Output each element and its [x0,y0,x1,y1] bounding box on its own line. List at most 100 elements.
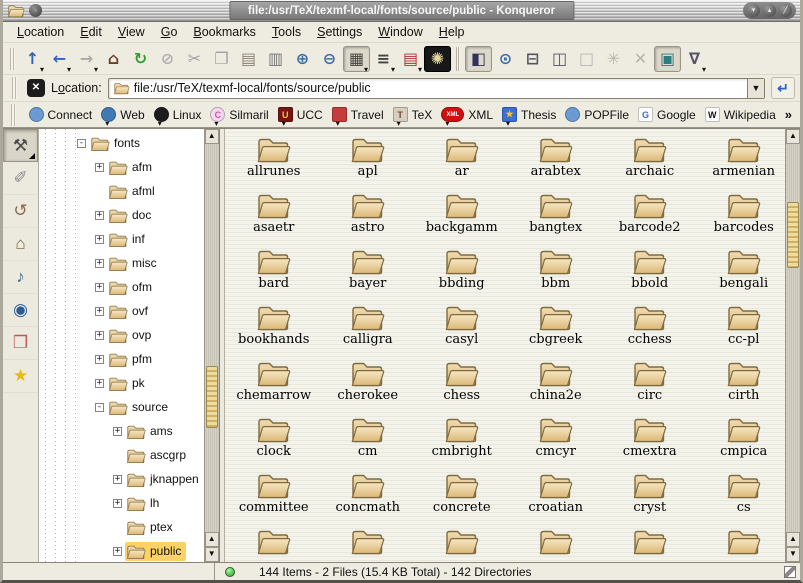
location-combobox[interactable]: file:/usr/TeX/texmf-local/fonts/source/p… [108,78,765,99]
tree-item-lh[interactable]: + lh [39,491,204,515]
split-view-top-bottom-button[interactable]: ⊟ ▾ [519,46,546,72]
folder-item[interactable]: chess [415,357,509,413]
bricks-view-button[interactable]: ▤ ▾ [397,46,424,72]
scroll-down-button[interactable]: ▼ [205,547,219,562]
tree-item-ams[interactable]: + ams [39,419,204,443]
icon-view-button[interactable]: ▦ ▾ [343,46,370,72]
home-directory-button[interactable]: ⌂ [3,228,38,261]
folder-item[interactable]: apl [321,133,415,189]
expander-toggle[interactable]: + [95,235,104,244]
expander-toggle[interactable]: + [95,283,104,292]
bookmark-linux[interactable]: Linux ▾ [154,107,202,122]
folder-item[interactable]: china2e [509,357,603,413]
tree-item-fonts[interactable]: - fonts [39,131,204,155]
network-button[interactable]: ◉ [3,294,38,327]
folder-item[interactable]: clock [227,413,321,469]
filter-button[interactable]: ∇ ▾ [681,46,708,72]
tree-scrollbar[interactable]: ▲ ▲ ▼ [204,129,219,562]
bookmark-ucc[interactable]: U UCC ▾ [278,107,323,122]
new-tab-button[interactable]: ✳ ▾ [600,46,627,72]
menu-item[interactable]: Help [431,23,473,41]
folder-item[interactable]: ar [415,133,509,189]
folder-item[interactable] [697,525,785,562]
scrollbar-track[interactable] [786,144,800,532]
folder-item[interactable]: barcodes [697,189,785,245]
folder-item[interactable]: bard [227,245,321,301]
folder-item[interactable]: cherokee [321,357,415,413]
toolbar-grip[interactable] [11,104,16,126]
scroll-up-button[interactable]: ▲ [786,532,800,547]
tree-item-source[interactable]: - source [39,395,204,419]
stop-button[interactable]: ⊘ ▾ [154,46,181,72]
tree-item-ofm[interactable]: + ofm [39,275,204,299]
expander-toggle[interactable]: + [95,379,104,388]
scrollbar-thumb[interactable] [206,366,218,428]
bookmark-travel[interactable]: Travel ▾ [332,107,384,122]
folder-item[interactable]: bengali [697,245,785,301]
history-button[interactable]: ↺ [3,195,38,228]
scrollbar-track[interactable] [205,144,219,532]
folder-item[interactable]: bbding [415,245,509,301]
cut-button[interactable]: ✂ ▾ [181,46,208,72]
folder-item[interactable]: cchess [603,301,697,357]
clear-location-button[interactable]: ✕ [27,79,45,97]
back-button[interactable]: ← ▾ [46,46,73,72]
expander-toggle[interactable]: - [95,403,104,412]
folder-item[interactable] [603,525,697,562]
folder-item[interactable]: bangtex [509,189,603,245]
folder-item[interactable]: bbold [603,245,697,301]
home-button[interactable]: ⌂ ▾ [100,46,127,72]
folder-item[interactable]: committee [227,469,321,525]
pen-button[interactable]: ✐ [3,162,38,195]
menu-item[interactable]: Tools [264,23,309,41]
expander-toggle[interactable]: + [95,355,104,364]
expander-toggle[interactable]: + [113,427,122,436]
tree-item-pk[interactable]: + pk [39,371,204,395]
folder-item[interactable]: backgamm [415,189,509,245]
menu-item[interactable]: Edit [72,23,110,41]
folder-item[interactable]: calligra [321,301,415,357]
folder-item[interactable]: asaetr [227,189,321,245]
toolbar-grip[interactable] [10,48,15,70]
folder-item[interactable]: cs [697,469,785,525]
folder-item[interactable]: chemarrow [227,357,321,413]
location-value[interactable]: file:/usr/TeX/texmf-local/fonts/source/p… [134,81,747,95]
tree-item-doc[interactable]: + doc [39,203,204,227]
zoom-out-button[interactable]: ⊖ ▾ [316,46,343,72]
menu-item[interactable]: Bookmarks [185,23,264,41]
bookmarks-button[interactable]: ★ [3,360,38,393]
folder-item[interactable] [415,525,509,562]
preview-button[interactable]: ▣ ▾ [654,46,681,72]
folder-item[interactable]: barcode2 [603,189,697,245]
folder-item[interactable]: allrunes [227,133,321,189]
folder-item[interactable]: cm [321,413,415,469]
menu-item[interactable]: Go [153,23,186,41]
folder-item[interactable]: casyl [415,301,509,357]
reload-button[interactable]: ↻ ▾ [127,46,154,72]
tree-item-misc[interactable]: + misc [39,251,204,275]
tree-item-afm[interactable]: + afm [39,155,204,179]
tree-item-pfm[interactable]: + pfm [39,347,204,371]
expander-toggle[interactable]: + [113,547,122,556]
folder-item[interactable] [227,525,321,562]
bookmark-tex[interactable]: T TeX ▾ [393,107,433,122]
paste-button[interactable]: ▤ ▾ [235,46,262,72]
folder-item[interactable]: cirth [697,357,785,413]
copy-button[interactable]: ❐ ▾ [208,46,235,72]
folder-item[interactable]: concrete [415,469,509,525]
pin-button[interactable]: ◦ [29,4,42,17]
bookmarks-overflow-button[interactable]: » [785,107,796,122]
tree-item-ptex[interactable]: ptex [39,515,204,539]
scroll-up-button[interactable]: ▲ [205,129,219,144]
forward-button[interactable]: → ▾ [73,46,100,72]
titlebar[interactable]: ◦ file:/usr/TeX/texmf-local/fonts/source… [3,0,800,22]
bookmark-wikipedia[interactable]: W Wikipedia ▾ [705,107,776,122]
folder-item[interactable]: concmath [321,469,415,525]
tree-item-jknappen[interactable]: + jknappen [39,467,204,491]
root-folder-button[interactable]: ❒ [3,327,38,360]
folder-item[interactable]: cmbright [415,413,509,469]
scroll-down-button[interactable]: ▼ [786,547,800,562]
expander-toggle[interactable]: + [95,307,104,316]
folder-item[interactable]: cmpica [697,413,785,469]
expander-toggle[interactable]: - [77,139,86,148]
